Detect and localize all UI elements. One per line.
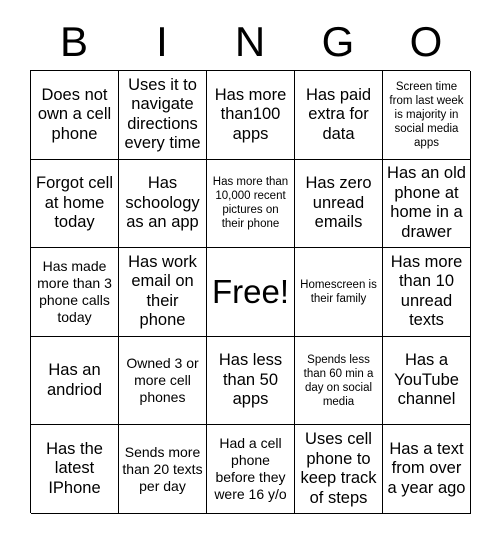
bingo-cell[interactable]: Has work email on their phone	[119, 248, 207, 337]
bingo-cell-text: Does not own a cell phone	[37, 85, 112, 143]
bingo-cell[interactable]: Uses it to navigate directions every tim…	[119, 71, 207, 160]
bingo-cell-text: Forgot cell at home today	[35, 174, 114, 232]
bingo-cell[interactable]: Has schoology as an app	[119, 159, 207, 249]
bingo-cell[interactable]: Owned 3 or more cell phones	[119, 336, 207, 426]
bingo-cell[interactable]: Has an old phone at home in a drawer	[383, 159, 471, 249]
bingo-cell-free[interactable]: Free!	[207, 248, 295, 337]
bingo-header-letter-n: N	[234, 18, 266, 65]
bingo-cell-text: Spends less than 60 min a day on social …	[303, 353, 374, 408]
bingo-cell-text: Has a text from over a year ago	[387, 439, 466, 497]
bingo-cell[interactable]: Has more than 10,000 recent pictures on …	[207, 159, 295, 249]
bingo-cell-text: Has schoology as an app	[125, 174, 200, 232]
bingo-cell-text: Has made more than 3 phone calls today	[37, 257, 112, 325]
bingo-cell-text: Homescreen is their family	[300, 278, 377, 305]
bingo-cell[interactable]: Screen time from last week is majority i…	[383, 71, 471, 160]
bingo-header-letter-b: B	[59, 18, 88, 65]
bingo-cell[interactable]: Has the latest IPhone	[31, 425, 119, 514]
bingo-cell-text: Free!	[211, 272, 290, 310]
bingo-cell-text: Has an old phone at home in a drawer	[387, 164, 466, 241]
bingo-cell-text: Has zero unread emails	[305, 174, 372, 232]
bingo-cell[interactable]: Has a YouTube channel	[383, 336, 471, 426]
bingo-cell-text: Has paid extra for data	[305, 85, 372, 143]
bingo-cell[interactable]: Has an andriod	[31, 336, 119, 426]
bingo-cell[interactable]: Has a text from over a year ago	[383, 425, 471, 514]
bingo-card: B I N G O Does not own a cell phone Uses…	[0, 0, 500, 544]
bingo-cell-text: Has the latest IPhone	[46, 439, 103, 497]
bingo-cell[interactable]: Has zero unread emails	[295, 159, 383, 249]
bingo-cell[interactable]: Homescreen is their family	[295, 248, 383, 337]
bingo-cell-text: Sends more than 20 texts per day	[122, 443, 203, 494]
bingo-header-letter-i: I	[156, 18, 168, 65]
bingo-cell-text: Uses it to navigate directions every tim…	[124, 75, 201, 153]
bingo-cell[interactable]: Forgot cell at home today	[31, 159, 119, 249]
bingo-header-letter-o: O	[409, 18, 443, 65]
bingo-cell-text: Has less than 50 apps	[218, 351, 283, 409]
bingo-grid: Does not own a cell phone Uses it to nav…	[30, 70, 471, 514]
bingo-header: B I N G O	[30, 14, 470, 70]
bingo-cell[interactable]: Does not own a cell phone	[31, 71, 119, 160]
bingo-cell-text: Screen time from last week is majority i…	[389, 80, 464, 149]
bingo-cell[interactable]: Spends less than 60 min a day on social …	[295, 336, 383, 426]
bingo-cell-text: Has a YouTube channel	[394, 351, 459, 409]
bingo-cell[interactable]: Has more than 10 unread texts	[383, 248, 471, 337]
bingo-cell-text: Has an andriod	[46, 361, 103, 399]
bingo-cell[interactable]: Has made more than 3 phone calls today	[31, 248, 119, 337]
bingo-cell[interactable]: Uses cell phone to keep track of steps	[295, 425, 383, 514]
bingo-cell-text: Had a cell phone before they were 16 y/o	[214, 435, 287, 503]
bingo-cell-text: Owned 3 or more cell phones	[126, 355, 199, 406]
bingo-cell[interactable]: Has paid extra for data	[295, 71, 383, 160]
bingo-cell-text: Has more than100 apps	[214, 85, 287, 143]
bingo-cell[interactable]: Has more than100 apps	[207, 71, 295, 160]
bingo-cell-text: Uses cell phone to keep track of steps	[300, 430, 377, 507]
bingo-cell[interactable]: Has less than 50 apps	[207, 336, 295, 426]
bingo-cell[interactable]: Had a cell phone before they were 16 y/o	[207, 425, 295, 514]
bingo-header-letter-g: G	[321, 18, 355, 65]
bingo-cell[interactable]: Sends more than 20 texts per day	[119, 425, 207, 514]
bingo-cell-text: Has more than 10,000 recent pictures on …	[212, 176, 289, 231]
bingo-cell-text: Has work email on their phone	[128, 252, 197, 330]
bingo-cell-text: Has more than 10 unread texts	[390, 252, 463, 330]
